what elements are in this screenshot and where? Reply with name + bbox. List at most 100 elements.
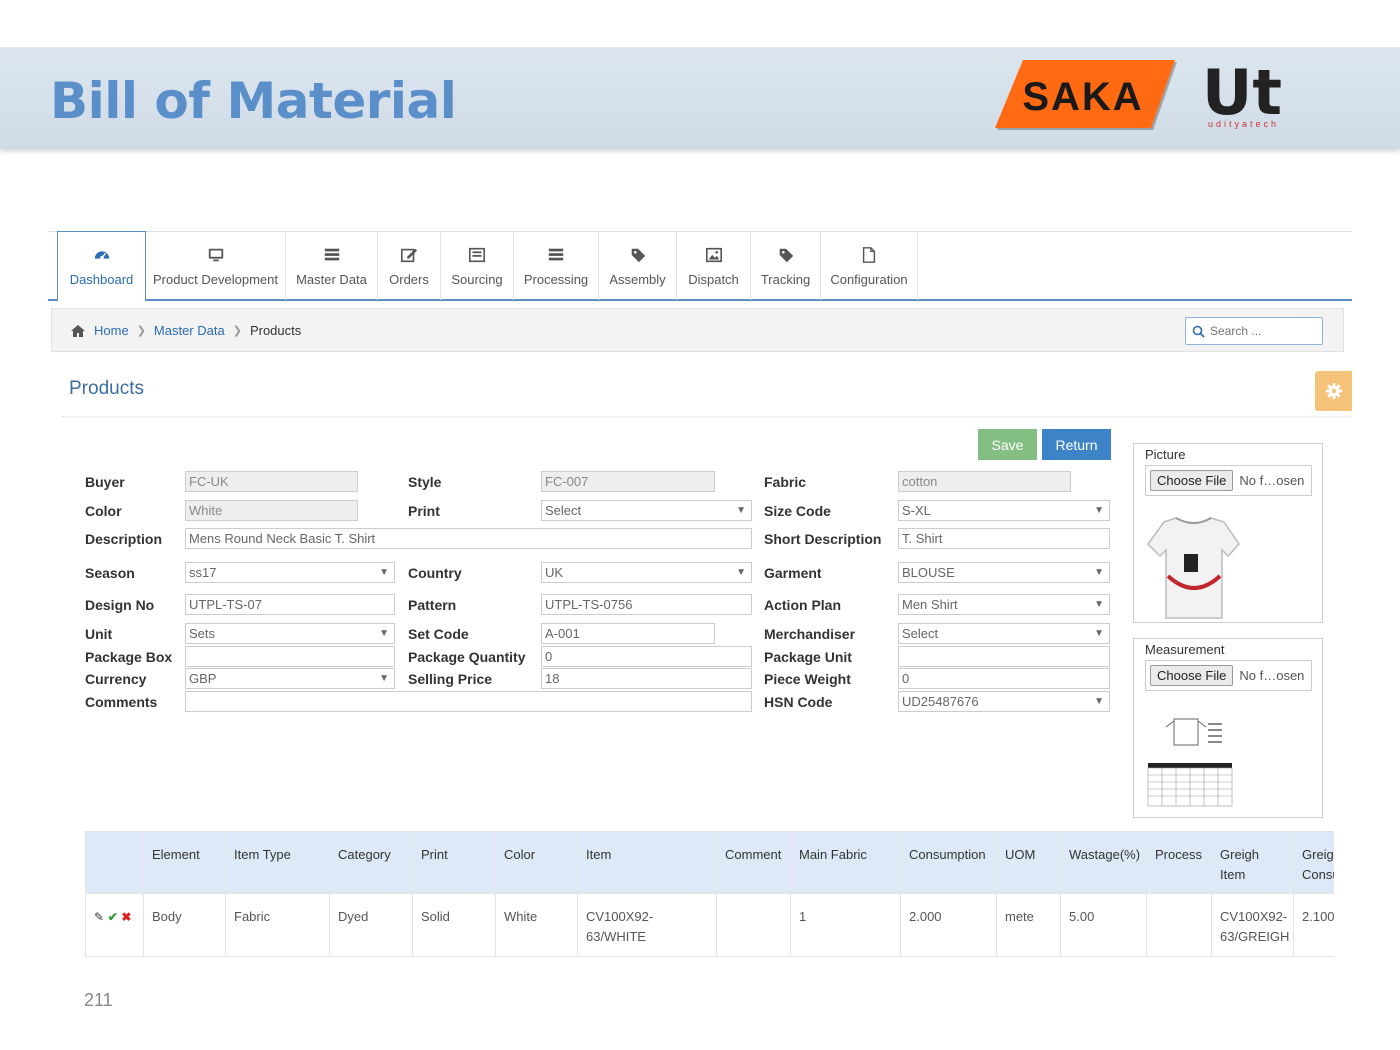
set-code-label: Set Code xyxy=(408,626,469,642)
tab-dispatch[interactable]: Dispatch xyxy=(677,232,751,300)
tab-tracking[interactable]: Tracking xyxy=(751,232,821,300)
cell-uom: mete xyxy=(996,893,1061,957)
save-button[interactable]: Save xyxy=(978,429,1037,460)
tab-configuration[interactable]: Configuration xyxy=(821,232,918,300)
cell-category: Dyed xyxy=(329,893,413,957)
package-quantity-label: Package Quantity xyxy=(408,649,526,665)
tag-icon xyxy=(631,248,645,262)
color-field[interactable]: White xyxy=(185,500,358,521)
chevron-right-icon: ❯ xyxy=(232,325,242,337)
print-select[interactable]: Select xyxy=(541,500,752,521)
gear-icon xyxy=(1325,382,1342,400)
col-header: Color xyxy=(495,831,578,894)
selling-price-field[interactable]: 18 xyxy=(541,668,752,689)
tab-label: Dashboard xyxy=(69,271,134,287)
choose-file-button[interactable]: Choose File xyxy=(1150,470,1234,491)
bom-table: Element Item Type Category Print Color I… xyxy=(85,831,1334,958)
monitor-icon xyxy=(208,248,223,261)
tab-assembly[interactable]: Assembly xyxy=(599,232,677,300)
piece-weight-field[interactable]: 0 xyxy=(898,668,1110,689)
picture-panel-title: Picture xyxy=(1145,447,1186,462)
measurement-panel-title: Measurement xyxy=(1145,642,1225,657)
cell-comment xyxy=(716,893,791,957)
cell-item: CV100X92-63/WHITE xyxy=(577,893,717,957)
col-header: Wastage(%) xyxy=(1060,831,1147,894)
list-icon xyxy=(548,248,564,260)
tshirt-image xyxy=(1147,517,1240,619)
cell-process xyxy=(1146,893,1212,957)
hsn-code-select[interactable]: UD25487676 xyxy=(898,691,1110,712)
tab-processing[interactable]: Processing xyxy=(514,232,599,300)
col-header: Main Fabric xyxy=(790,831,901,894)
tab-label: Orders xyxy=(389,271,429,287)
buyer-field[interactable]: FC-UK xyxy=(185,471,358,492)
design-no-field[interactable]: UTPL-TS-07 xyxy=(185,594,395,615)
tab-sourcing[interactable]: Sourcing xyxy=(441,232,514,300)
currency-label: Currency xyxy=(85,671,147,687)
action-plan-select[interactable]: Men Shirt xyxy=(898,594,1110,615)
set-code-field[interactable]: A-001 xyxy=(541,623,715,644)
search-icon xyxy=(1192,325,1205,338)
size-code-select[interactable]: S-XL xyxy=(898,500,1110,521)
season-select[interactable]: ss17 xyxy=(185,562,395,583)
comments-field[interactable] xyxy=(185,691,752,712)
list-alt-icon xyxy=(468,247,486,262)
action-plan-label: Action Plan xyxy=(764,597,842,613)
list-icon xyxy=(324,248,339,260)
garment-select[interactable]: BLOUSE xyxy=(898,562,1110,583)
measurement-file-input[interactable]: Choose File No f…osen xyxy=(1145,660,1312,691)
picture-file-input[interactable]: Choose File No f…osen xyxy=(1145,465,1312,496)
fabric-field[interactable]: cotton xyxy=(898,471,1071,492)
close-icon[interactable]: ✖ xyxy=(121,910,131,924)
unit-label: Unit xyxy=(85,626,113,642)
tab-label: Sourcing xyxy=(451,271,503,287)
return-button[interactable]: Return xyxy=(1042,429,1111,460)
hsn-code-label: HSN Code xyxy=(764,694,833,710)
chevron-right-icon: ❯ xyxy=(136,325,146,337)
search-input[interactable] xyxy=(1210,324,1310,338)
search-box[interactable] xyxy=(1185,317,1323,345)
udityatech-subtitle: udityatech xyxy=(1208,119,1280,129)
breadcrumb-home[interactable]: Home xyxy=(94,323,129,338)
tab-product-development[interactable]: Product Development xyxy=(146,232,286,300)
cell-greigh-consumption: 2.100 xyxy=(1293,893,1334,957)
cell-color: White xyxy=(495,893,578,957)
pattern-field[interactable]: UTPL-TS-0756 xyxy=(541,594,752,615)
merchandiser-label: Merchandiser xyxy=(764,626,856,642)
style-label: Style xyxy=(408,474,442,490)
settings-button[interactable] xyxy=(1315,371,1352,411)
color-label: Color xyxy=(85,503,122,519)
col-header: Process xyxy=(1146,831,1212,894)
selling-price-label: Selling Price xyxy=(408,671,493,687)
unit-select[interactable]: Sets xyxy=(185,623,395,644)
package-box-field[interactable] xyxy=(185,646,395,667)
tab-dashboard[interactable]: Dashboard xyxy=(57,231,146,302)
row-actions: ✎ ✔ ✖ xyxy=(85,893,144,957)
cell-consumption: 2.000 xyxy=(900,893,997,957)
col-header: Item Type xyxy=(225,831,330,894)
choose-file-button[interactable]: Choose File xyxy=(1150,665,1234,686)
main-nav: Dashboard Product Development Master Dat… xyxy=(48,231,1352,302)
merchandiser-select[interactable]: Select xyxy=(898,623,1110,644)
col-header: Consumption xyxy=(900,831,997,894)
file-status: No f…osen xyxy=(1239,473,1305,488)
breadcrumb-master-data[interactable]: Master Data xyxy=(154,323,225,338)
col-header: Category xyxy=(329,831,413,894)
country-select[interactable]: UK xyxy=(541,562,752,583)
short-description-field[interactable]: T. Shirt xyxy=(898,528,1110,549)
tab-label: Processing xyxy=(523,271,589,287)
package-quantity-field[interactable]: 0 xyxy=(541,646,752,667)
breadcrumb: Home ❯ Master Data ❯ Products xyxy=(51,308,1344,352)
col-header: Print xyxy=(412,831,496,894)
tab-label: Configuration xyxy=(830,271,908,287)
currency-select[interactable]: GBP xyxy=(185,668,395,689)
description-field[interactable]: Mens Round Neck Basic T. Shirt xyxy=(185,528,752,549)
package-unit-field[interactable] xyxy=(898,646,1110,667)
style-field[interactable]: FC-007 xyxy=(541,471,715,492)
tab-master-data[interactable]: Master Data xyxy=(286,232,378,300)
col-header xyxy=(85,831,144,894)
tab-orders[interactable]: Orders xyxy=(378,232,441,300)
pencil-icon[interactable]: ✎ xyxy=(94,910,104,924)
check-icon[interactable]: ✔ xyxy=(108,910,118,924)
tab-label: Master Data xyxy=(296,271,367,287)
